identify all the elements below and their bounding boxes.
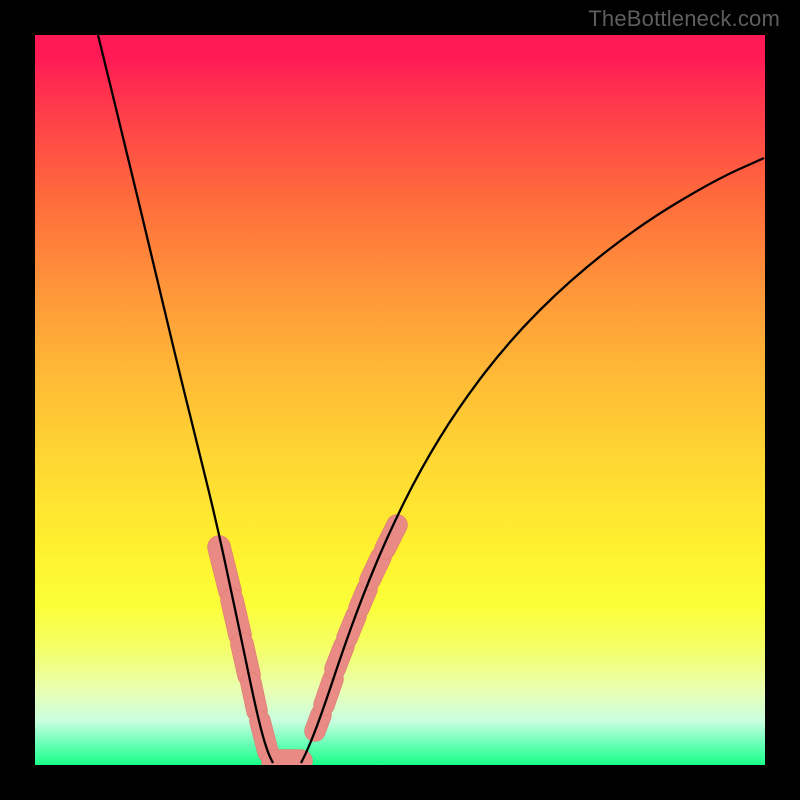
chart-svg xyxy=(35,35,765,765)
plot-area xyxy=(35,35,765,765)
sausage-markers xyxy=(219,525,397,761)
chart-frame: TheBottleneck.com xyxy=(0,0,800,800)
sausage-marker xyxy=(219,547,230,591)
watermark-text: TheBottleneck.com xyxy=(588,6,780,32)
right-curve xyxy=(301,158,764,763)
